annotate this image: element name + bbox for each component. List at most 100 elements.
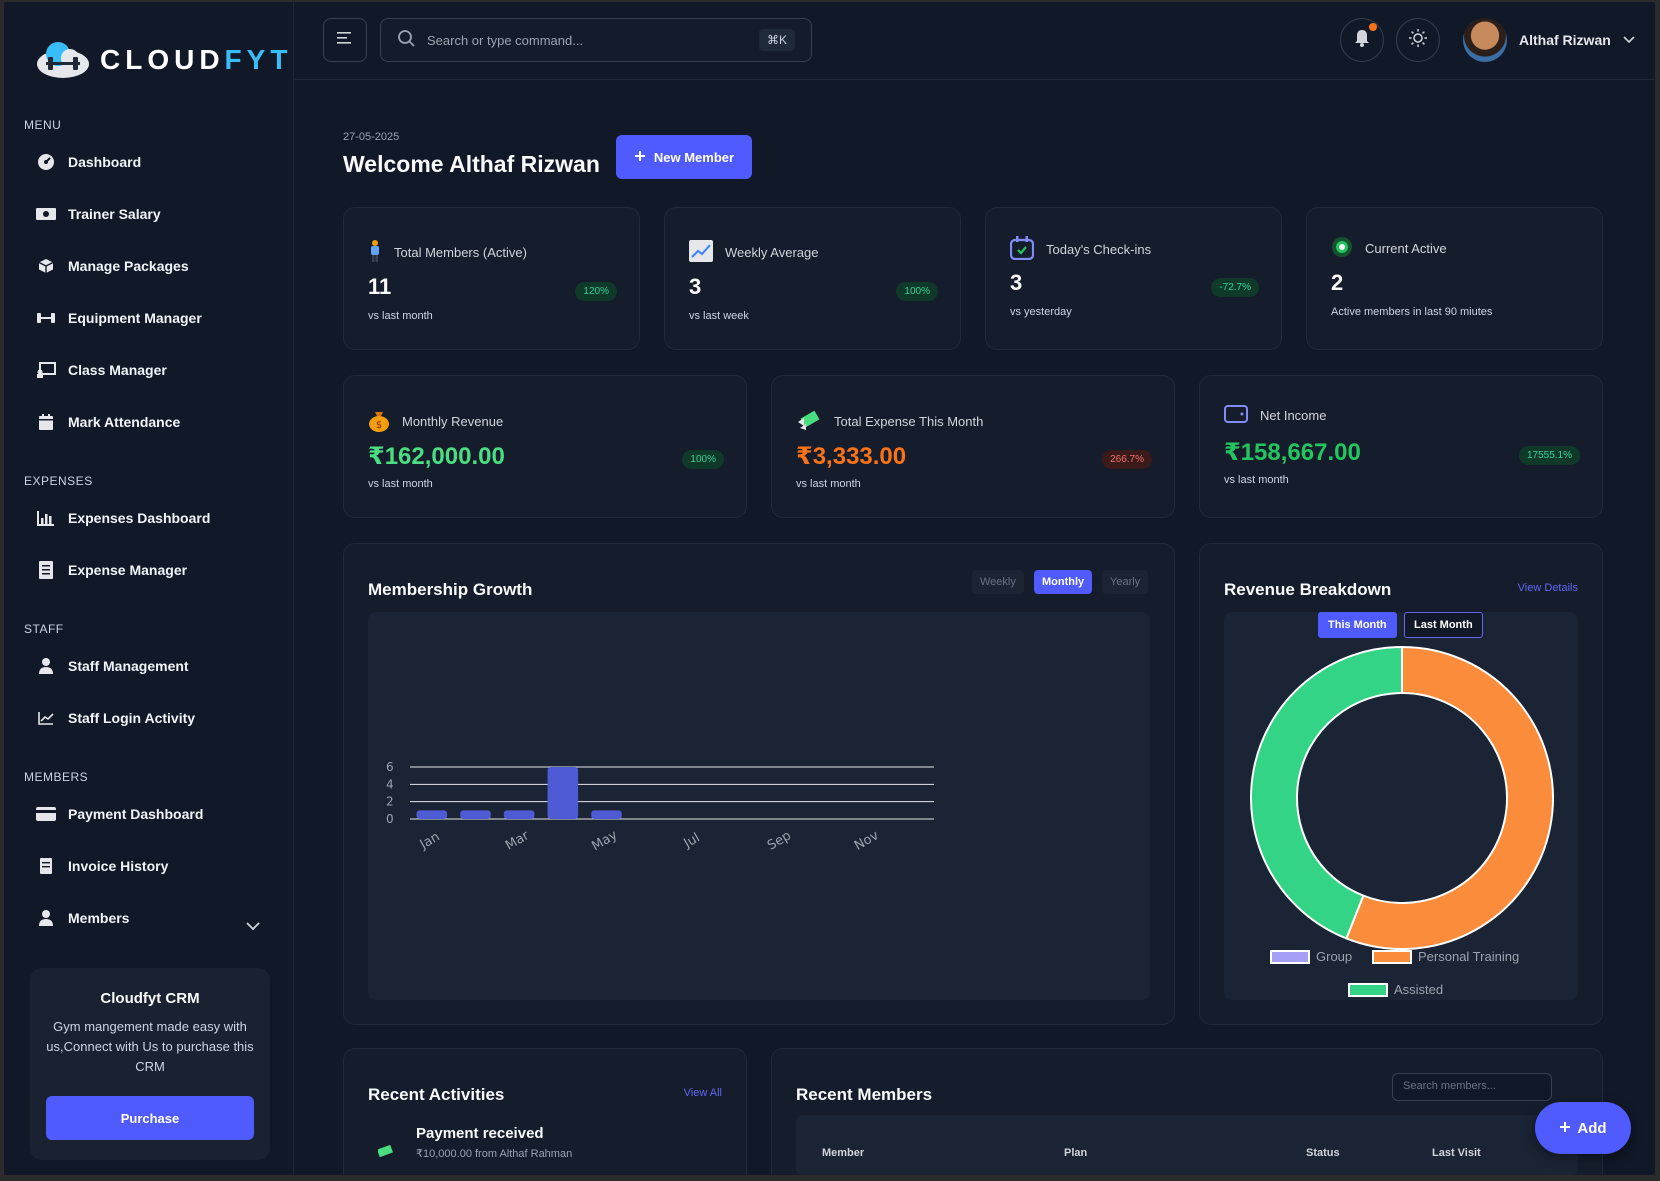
sidebar-item-members[interactable]: Members — [36, 908, 129, 928]
revenue-breakdown-chart-area — [1224, 612, 1578, 1000]
this-month-button[interactable]: This Month — [1318, 612, 1397, 638]
section-members: MEMBERS — [24, 770, 89, 784]
chevron-down-icon[interactable] — [246, 918, 260, 936]
bar-jan[interactable] — [416, 810, 448, 819]
sidebar-item-label: Payment Dashboard — [68, 806, 204, 822]
section-staff: STAFF — [24, 622, 64, 636]
legend-swatch — [1270, 949, 1310, 964]
sidebar-item-label: Trainer Salary — [68, 206, 161, 222]
stat-card-weekly-average: Weekly Average 3 vs last week 100% — [664, 207, 961, 350]
sidebar-item-label: Dashboard — [68, 154, 142, 170]
search-icon — [397, 29, 415, 52]
stat-title-text: Weekly Average — [725, 245, 819, 260]
dumbbell-icon — [36, 308, 56, 328]
activity-subtext: ₹10,000.00 from Althaf Rahman — [416, 1148, 573, 1160]
purchase-button[interactable]: Purchase — [46, 1096, 254, 1140]
new-member-button[interactable]: New Member — [616, 135, 752, 179]
revenue-breakdown-card: Revenue Breakdown View Details This Mont… — [1199, 543, 1603, 1025]
revenue-value: ₹162,000.00 — [368, 443, 505, 470]
y-tick-label: 2 — [386, 795, 394, 809]
column-header-last-visit[interactable]: Last Visit — [1432, 1147, 1481, 1159]
last-month-button[interactable]: Last Month — [1404, 612, 1483, 638]
bar-feb[interactable] — [460, 810, 491, 819]
section-expenses: EXPENSES — [24, 474, 93, 488]
membership-growth-card: Membership Growth Weekly Monthly Yearly … — [343, 543, 1175, 1025]
stat-value: 2 — [1331, 270, 1344, 295]
stat-title: Weekly Average — [689, 240, 818, 265]
recent-activities-title: Recent Activities — [368, 1085, 505, 1104]
sidebar-item-dashboard[interactable]: Dashboard — [36, 152, 141, 172]
view-all-link[interactable]: View All — [684, 1087, 722, 1099]
legend-assisted: Assisted — [1348, 982, 1443, 997]
sidebar-item-class-manager[interactable]: Class Manager — [36, 360, 167, 380]
chalkboard-icon — [36, 360, 56, 380]
activity-title: Payment received — [416, 1125, 544, 1142]
bar-may[interactable] — [591, 810, 622, 819]
search-bar[interactable]: Search or type command... ⌘K — [380, 18, 812, 62]
promo-card: Cloudfyt CRM Gym mangement made easy wit… — [30, 968, 270, 1160]
stat-subtext: vs last month — [368, 310, 433, 322]
brand-name: CLOUDFYT — [100, 44, 293, 75]
x-tick-label: Nov — [852, 828, 882, 854]
tab-yearly[interactable]: Yearly — [1102, 570, 1149, 594]
sidebar-item-manage-packages[interactable]: Manage Packages — [36, 256, 189, 276]
stat-card-todays-checkins: Today's Check-ins 3 vs yesterday -72.7% — [985, 207, 1282, 350]
search-input[interactable]: Search or type command... — [427, 33, 747, 48]
sidebar-item-staff-login-activity[interactable]: Staff Login Activity — [36, 708, 195, 728]
money-icon — [36, 204, 56, 224]
membership-growth-chart-area: 0 2 4 6 Jan Mar May Jul Sep Nov — [368, 612, 1150, 1000]
x-tick-label: Mar — [503, 828, 532, 854]
add-fab-button[interactable]: Add — [1535, 1102, 1631, 1154]
page-title: Welcome Althaf Rizwan — [343, 151, 600, 177]
current-date: 27-05-2025 — [343, 131, 400, 143]
column-header-status[interactable]: Status — [1306, 1147, 1340, 1159]
sidebar-item-expense-manager[interactable]: Expense Manager — [36, 560, 187, 580]
sidebar-item-label: Invoice History — [68, 858, 169, 874]
stat-title-text: Monthly Revenue — [402, 414, 504, 429]
bar-mar[interactable] — [503, 810, 535, 819]
notifications-button[interactable] — [1340, 18, 1384, 62]
theme-toggle-button[interactable] — [1396, 18, 1440, 62]
invoice-icon — [36, 856, 56, 876]
stat-subtext: vs last month — [1224, 474, 1289, 486]
member-search-input[interactable]: Search members... — [1392, 1073, 1552, 1101]
recent-activities-card: Recent Activities View All Payment recei… — [343, 1048, 747, 1175]
column-header-member[interactable]: Member — [822, 1147, 864, 1159]
sidebar-item-staff-management[interactable]: Staff Management — [36, 656, 189, 676]
sidebar-item-trainer-salary[interactable]: Trainer Salary — [36, 204, 161, 224]
sidebar-item-equipment-manager[interactable]: Equipment Manager — [36, 308, 202, 328]
sidebar-item-mark-attendance[interactable]: Mark Attendance — [36, 412, 180, 432]
new-member-label: New Member — [653, 149, 735, 165]
expense-value: ₹3,333.00 — [796, 443, 907, 470]
sidebar-item-label: Staff Management — [68, 658, 189, 674]
members-table — [796, 1115, 1578, 1175]
stat-title-text: Net Income — [1260, 408, 1327, 423]
sidebar-item-label: Equipment Manager — [68, 310, 202, 326]
recent-members-title: Recent Members — [796, 1085, 933, 1104]
chart-increasing-icon — [689, 240, 713, 265]
sidebar-item-payment-dashboard[interactable]: Payment Dashboard — [36, 804, 203, 824]
legend-swatch — [1372, 949, 1412, 964]
tab-weekly[interactable]: Weekly — [972, 570, 1024, 594]
donut-slice-assisted[interactable] — [1250, 645, 1403, 940]
view-details-link[interactable]: View Details — [1518, 582, 1578, 594]
user-menu[interactable]: Althaf Rizwan — [1463, 18, 1635, 62]
column-header-plan[interactable]: Plan — [1064, 1147, 1087, 1159]
plus-icon — [1559, 1120, 1571, 1137]
promo-description: Gym mangement made easy with us,Connect … — [46, 1019, 254, 1074]
sidebar-item-label: Expense Manager — [68, 562, 188, 578]
sidebar-item-invoice-history[interactable]: Invoice History — [36, 856, 168, 876]
x-tick-label: Jul — [681, 831, 703, 852]
stat-title-text: Total Members (Active) — [394, 245, 527, 260]
line-chart-icon — [36, 708, 56, 728]
membership-growth-chart: 0 2 4 6 Jan Mar May Jul Sep Nov — [386, 760, 934, 854]
bar-apr[interactable] — [547, 767, 579, 819]
legend-group: Group — [1270, 949, 1352, 964]
legend-label: Assisted — [1394, 982, 1444, 997]
legend-label: Personal Training — [1418, 949, 1520, 964]
brand-logo[interactable]: CLOUDFYT — [34, 40, 292, 80]
tab-monthly[interactable]: Monthly — [1034, 570, 1093, 594]
shortcut-hint: ⌘K — [758, 29, 795, 51]
sidebar-item-expenses-dashboard[interactable]: Expenses Dashboard — [36, 508, 210, 528]
menu-toggle-button[interactable] — [323, 18, 367, 62]
